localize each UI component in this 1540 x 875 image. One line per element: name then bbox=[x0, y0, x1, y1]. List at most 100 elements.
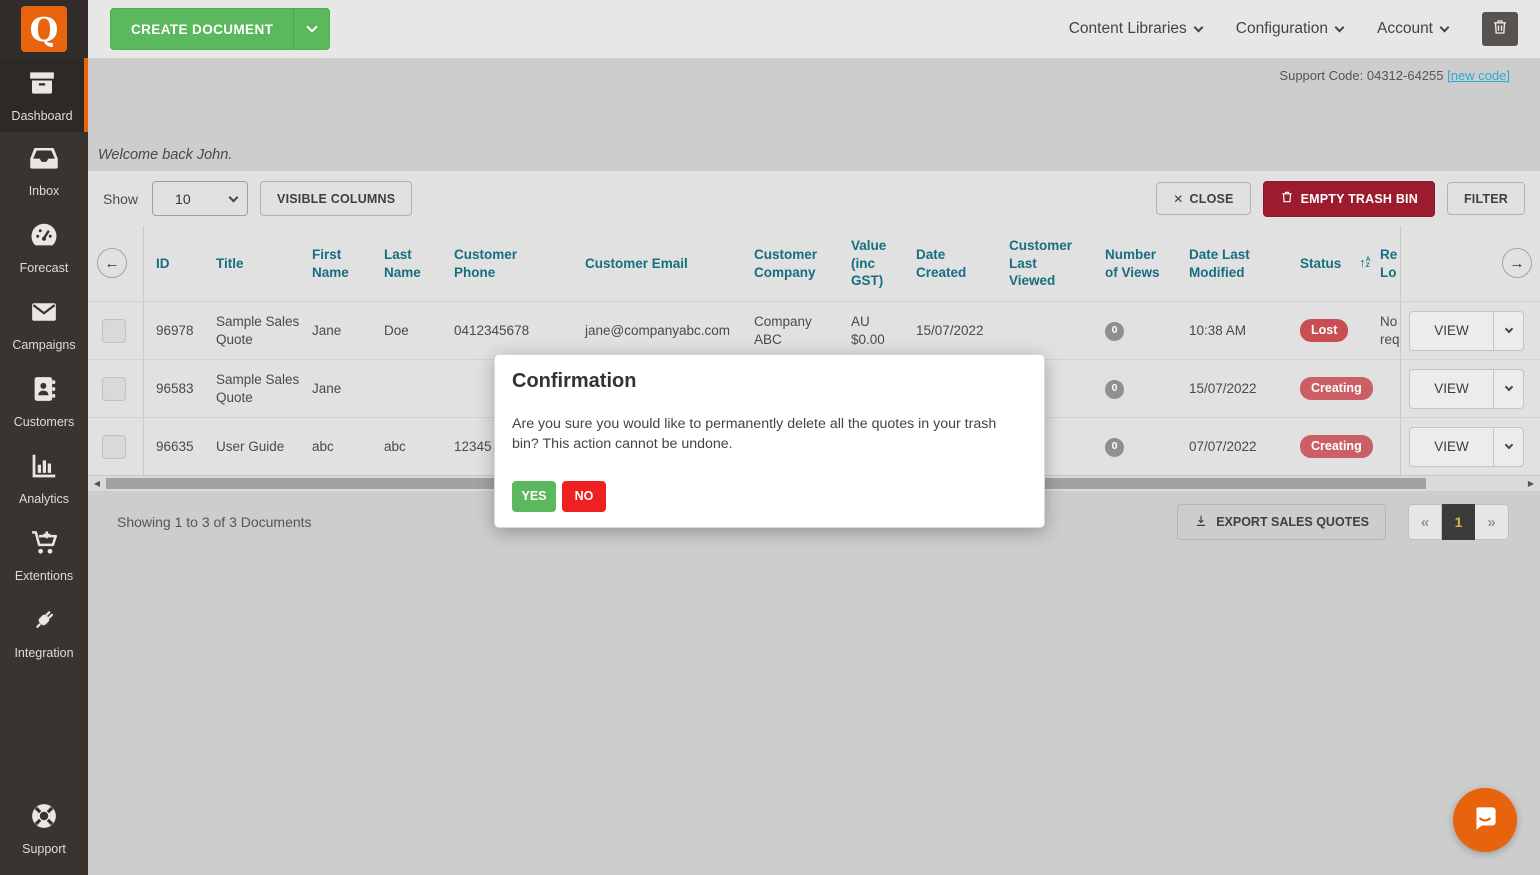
showing-count-text: Showing 1 to 3 of 3 Documents bbox=[117, 514, 312, 530]
sidebar-item-customers[interactable]: Customers bbox=[0, 363, 88, 440]
cell-last-name: abc bbox=[372, 438, 442, 456]
col-header-status[interactable]: Status ↑AZ bbox=[1268, 255, 1366, 273]
pagination-next-button[interactable]: » bbox=[1475, 504, 1509, 540]
col-header-date-created[interactable]: Date Created bbox=[894, 246, 987, 281]
visible-columns-button[interactable]: VISIBLE COLUMNS bbox=[260, 181, 412, 216]
pagination-current-page[interactable]: 1 bbox=[1442, 504, 1475, 540]
sidebar-item-analytics[interactable]: Analytics bbox=[0, 440, 88, 517]
sidebar-item-support[interactable]: Support bbox=[0, 790, 88, 867]
cell-date-modified: 07/07/2022 bbox=[1163, 438, 1268, 456]
create-document-button[interactable]: CREATE DOCUMENT bbox=[110, 8, 330, 50]
empty-trash-label: EMPTY TRASH BIN bbox=[1301, 192, 1418, 206]
create-document-caret[interactable] bbox=[293, 9, 329, 49]
chat-bubble-icon bbox=[1468, 801, 1502, 840]
new-code-link[interactable]: [new code] bbox=[1447, 68, 1510, 83]
pagination-prev-button[interactable]: « bbox=[1408, 504, 1442, 540]
col-header-last-name[interactable]: Last Name bbox=[372, 246, 442, 281]
cell-title: Sample Sales Quote bbox=[204, 371, 300, 406]
cell-date-created: 15/07/2022 bbox=[894, 322, 987, 340]
col-header-customer-company[interactable]: Customer Company bbox=[732, 246, 829, 281]
sidebar: Q Dashboard Inbox Forecast Campaigns Cus… bbox=[0, 0, 88, 875]
empty-trash-bin-button[interactable]: EMPTY TRASH BIN bbox=[1263, 181, 1435, 217]
sidebar-item-label: Analytics bbox=[19, 492, 69, 506]
welcome-message: Welcome back John. bbox=[98, 147, 232, 163]
analytics-icon bbox=[29, 451, 59, 486]
trash-bin-button[interactable] bbox=[1482, 12, 1518, 46]
chevron-down-icon bbox=[1504, 325, 1512, 333]
col-header-customer-phone[interactable]: Customer Phone bbox=[442, 246, 557, 281]
col-header-number-of-views[interactable]: Number of Views bbox=[1077, 246, 1163, 281]
views-count-badge: 0 bbox=[1105, 380, 1124, 399]
customers-icon bbox=[29, 374, 59, 409]
cell-action: VIEW bbox=[1400, 302, 1536, 359]
col-header-date-last-modified[interactable]: Date Last Modified bbox=[1163, 246, 1268, 281]
cell-id: 96978 bbox=[144, 322, 204, 340]
campaigns-icon bbox=[29, 297, 59, 332]
view-button-label: VIEW bbox=[1410, 428, 1493, 466]
trash-icon bbox=[1280, 190, 1294, 207]
view-button[interactable]: VIEW bbox=[1409, 311, 1524, 351]
status-badge: Lost bbox=[1300, 319, 1348, 341]
view-dropdown-caret[interactable] bbox=[1493, 370, 1523, 408]
export-sales-quotes-button[interactable]: EXPORT SALES QUOTES bbox=[1177, 504, 1386, 540]
scrollbar-left-arrow[interactable]: ◀ bbox=[90, 476, 104, 491]
cell-action: VIEW bbox=[1400, 360, 1536, 417]
app-logo[interactable]: Q bbox=[21, 6, 67, 52]
sidebar-item-label: Forecast bbox=[20, 261, 69, 275]
show-count-value: 10 bbox=[153, 191, 191, 207]
close-button[interactable]: ✕ CLOSE bbox=[1156, 182, 1250, 215]
cell-date-modified: 15/07/2022 bbox=[1163, 380, 1268, 398]
cell-views: 0 bbox=[1077, 320, 1163, 340]
view-button-label: VIEW bbox=[1410, 312, 1493, 350]
cell-date-modified: 10:38 AM bbox=[1163, 322, 1268, 340]
col-header-id[interactable]: ID bbox=[144, 255, 204, 273]
col-header-title[interactable]: Title bbox=[204, 255, 300, 273]
nav-account[interactable]: Account bbox=[1377, 20, 1448, 38]
row-checkbox[interactable] bbox=[102, 319, 126, 343]
sidebar-item-label: Inbox bbox=[29, 184, 60, 198]
logo-box: Q bbox=[0, 0, 88, 58]
cell-title: User Guide bbox=[204, 438, 300, 456]
sidebar-item-label: Integration bbox=[14, 646, 73, 660]
cell-views: 0 bbox=[1077, 378, 1163, 398]
scroll-columns-right-button[interactable]: → bbox=[1502, 248, 1532, 278]
nav-configuration[interactable]: Configuration bbox=[1236, 20, 1343, 38]
cell-first-name: Jane bbox=[300, 322, 372, 340]
cell-reason-lost: No req bbox=[1366, 313, 1400, 348]
sidebar-item-inbox[interactable]: Inbox bbox=[0, 132, 88, 209]
chevron-down-icon bbox=[1504, 383, 1512, 391]
col-header-first-name[interactable]: First Name bbox=[300, 246, 372, 281]
col-header-customer-last-viewed[interactable]: Customer Last Viewed bbox=[987, 237, 1077, 290]
scrollbar-right-arrow[interactable]: ▶ bbox=[1524, 476, 1538, 491]
nav-content-libraries[interactable]: Content Libraries bbox=[1069, 20, 1202, 38]
row-checkbox[interactable] bbox=[102, 377, 126, 401]
no-button[interactable]: NO bbox=[562, 481, 606, 512]
sidebar-item-label: Support bbox=[22, 842, 66, 856]
row-checkbox[interactable] bbox=[102, 435, 126, 459]
sidebar-item-extensions[interactable]: Extentions bbox=[0, 517, 88, 594]
view-button[interactable]: VIEW bbox=[1409, 369, 1524, 409]
sidebar-item-forecast[interactable]: Forecast bbox=[0, 209, 88, 286]
show-count-select[interactable]: 10 bbox=[152, 181, 248, 216]
scroll-columns-left-button[interactable]: ← bbox=[97, 248, 127, 278]
chevron-down-icon bbox=[1335, 23, 1345, 33]
sidebar-item-integration[interactable]: Integration bbox=[0, 594, 88, 671]
col-header-reason-lost[interactable]: Re Lo bbox=[1366, 246, 1400, 281]
sidebar-item-campaigns[interactable]: Campaigns bbox=[0, 286, 88, 363]
view-dropdown-caret[interactable] bbox=[1493, 428, 1523, 466]
checkbox-cell bbox=[94, 302, 144, 359]
col-header-customer-email[interactable]: Customer Email bbox=[557, 255, 732, 273]
extensions-icon bbox=[29, 528, 59, 563]
filter-button[interactable]: FILTER bbox=[1447, 182, 1525, 215]
yes-button[interactable]: YES bbox=[512, 481, 556, 512]
view-dropdown-caret[interactable] bbox=[1493, 312, 1523, 350]
sidebar-item-dashboard[interactable]: Dashboard bbox=[0, 58, 88, 132]
view-button[interactable]: VIEW bbox=[1409, 427, 1524, 467]
dialog-title: Confirmation bbox=[512, 370, 1027, 393]
chat-widget-button[interactable] bbox=[1453, 788, 1517, 852]
views-count-badge: 0 bbox=[1105, 438, 1124, 457]
cell-title: Sample Sales Quote bbox=[204, 313, 300, 348]
col-header-value[interactable]: Value (inc GST) bbox=[829, 237, 894, 290]
cell-phone: 0412345678 bbox=[442, 322, 557, 340]
dashboard-icon bbox=[27, 68, 57, 103]
